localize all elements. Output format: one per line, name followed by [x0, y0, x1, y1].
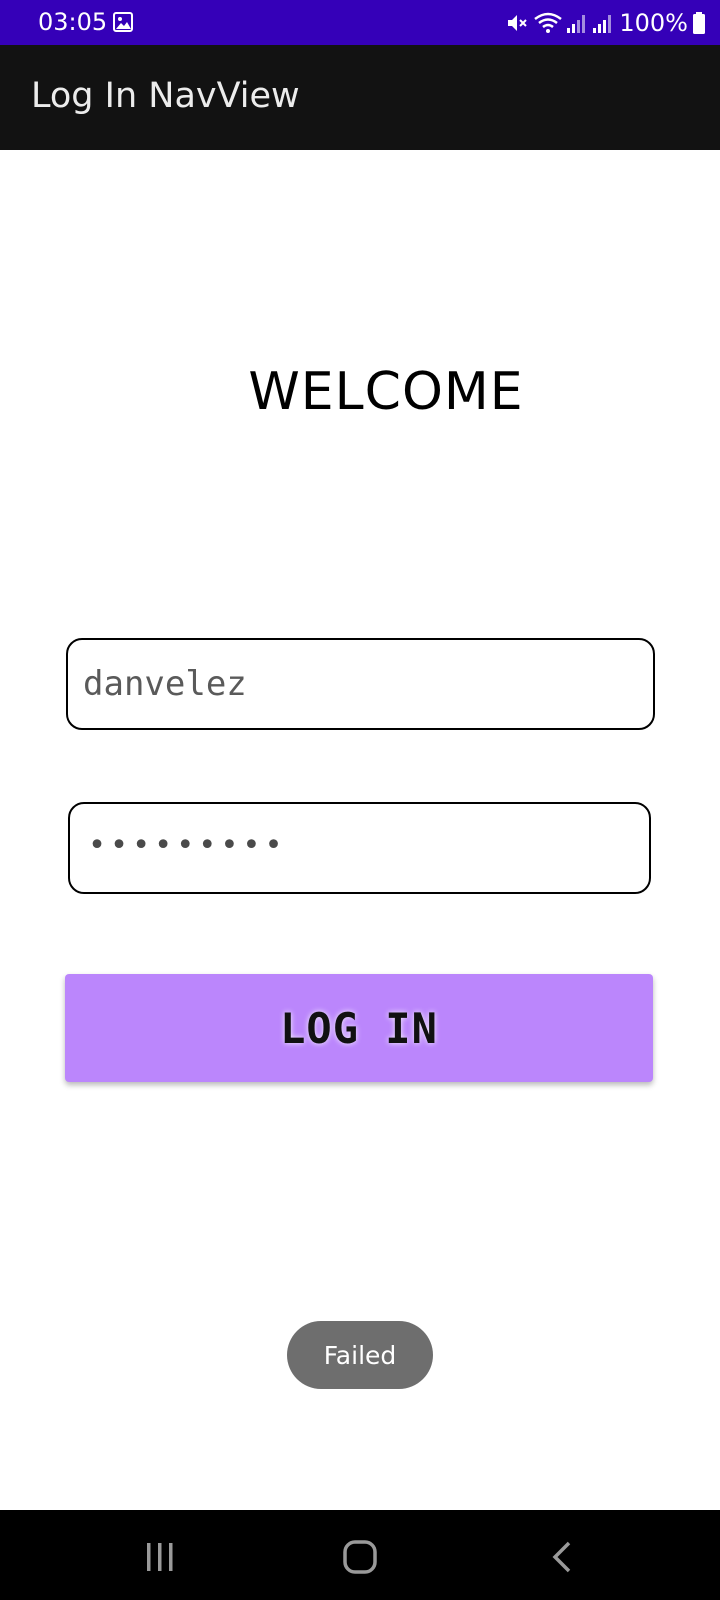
battery-percent: 100% — [619, 9, 688, 37]
status-bar: 03:05 100% — [0, 0, 720, 45]
login-button[interactable]: LOG IN — [65, 974, 653, 1082]
login-button-label: LOG IN — [280, 1003, 438, 1053]
username-value: danvelez — [83, 664, 247, 704]
status-icons: 100% — [505, 8, 706, 38]
app-bar: Log In NavView — [0, 45, 720, 150]
mute-icon — [505, 11, 529, 35]
wifi-icon — [533, 11, 563, 35]
image-icon — [113, 12, 133, 32]
toast-message: Failed — [287, 1321, 433, 1389]
navigation-bar — [0, 1510, 720, 1600]
welcome-heading: WELCOME — [248, 362, 524, 422]
battery-icon — [692, 11, 706, 35]
app-title: Log In NavView — [31, 76, 300, 116]
signal-icon — [591, 12, 613, 34]
recent-apps-icon[interactable] — [130, 1532, 190, 1582]
home-icon[interactable] — [330, 1532, 390, 1582]
username-field[interactable]: danvelez — [66, 638, 655, 730]
password-field[interactable]: ••••••••• — [68, 802, 651, 894]
toast-text: Failed — [323, 1340, 397, 1370]
signal-icon — [565, 12, 587, 34]
back-icon[interactable] — [533, 1532, 593, 1582]
status-time: 03:05 — [38, 8, 108, 36]
password-value: ••••••••• — [88, 828, 287, 863]
